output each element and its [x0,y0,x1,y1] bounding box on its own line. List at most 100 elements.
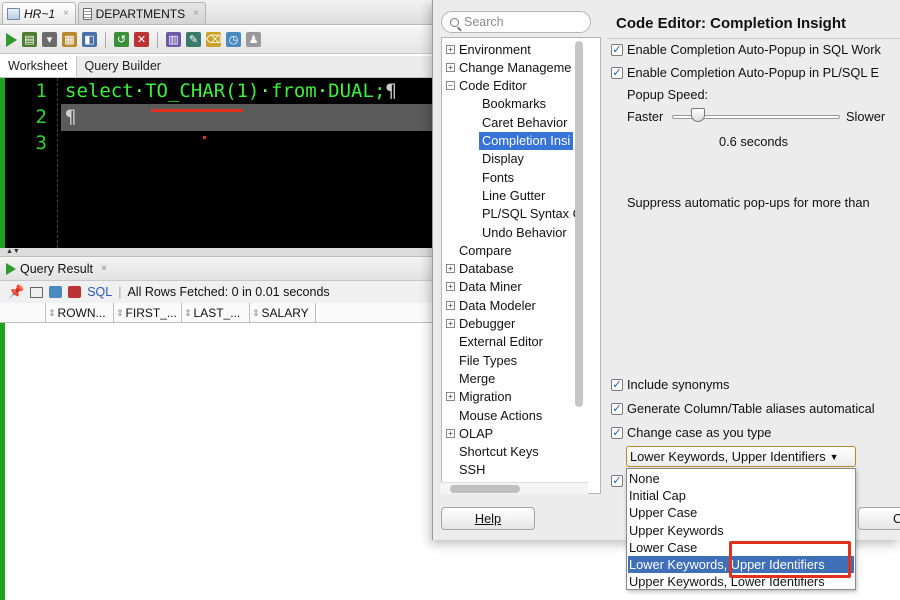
checkbox-checked[interactable]: ✓ [611,402,623,415]
generate-aliases-option[interactable]: ✓ Generate Column/Table aliases automati… [611,401,875,416]
checkbox-checked[interactable]: ✓ [611,426,623,439]
run-statement-icon[interactable] [6,32,17,47]
dropdown-option[interactable]: Upper Case [628,504,854,521]
tab-hr-worksheet[interactable]: HR~1 × [2,2,76,24]
expand-icon[interactable]: + [446,62,455,72]
tree-item-label: Mouse Actions [459,407,543,423]
print-icon[interactable] [30,286,44,298]
tab-label: HR~1 [24,6,56,21]
checkbox-checked[interactable]: ✓ [611,378,623,391]
search-input[interactable]: Search [441,11,591,33]
column-header-last-name[interactable]: ⇕ LAST_... [182,303,250,323]
sort-icon: ⇕ [252,307,260,318]
gutter-divider [57,78,58,248]
tree-item[interactable]: Mouse Actions [446,406,542,424]
ok-button[interactable]: C [858,507,900,530]
sql-export-icon[interactable] [68,286,82,298]
checkbox-checked[interactable]: ✓ [611,43,623,56]
explain-icon[interactable]: ▾ [42,32,57,47]
line-gutter: 1 2 3 [5,78,53,248]
tree-item[interactable]: Completion Insi [479,131,574,150]
close-icon[interactable]: × [63,8,69,19]
tab-departments[interactable]: DEPARTMENTS × [78,2,206,24]
enable-plsql-popup-option[interactable]: ✓ Enable Completion Auto-Popup in PL/SQL… [611,65,879,80]
help-button[interactable]: Help [441,507,535,530]
tab-worksheet[interactable]: Worksheet [0,56,77,77]
scrollbar-thumb[interactable] [450,485,520,493]
sql-tuning-icon[interactable]: ▥ [166,32,181,47]
tree-item[interactable]: + Migration [446,388,512,406]
collapse-icon[interactable]: − [446,81,455,91]
tree-item[interactable]: + Environment [446,40,531,58]
tree-item[interactable]: Merge [446,369,495,387]
dropdown-option[interactable]: Initial Cap [628,487,854,504]
tree-item[interactable]: Undo Behavior [482,223,567,241]
slider-thumb[interactable] [691,108,705,122]
column-header-salary[interactable]: ⇕ SALARY [250,303,316,323]
tree-item[interactable]: + Data Modeler [446,296,536,314]
ide-window: HR~1 × DEPARTMENTS × ▤ ▾ ▦ ◧ ↺ ✕ ▥ ✎ ⌫ ◷… [0,0,440,600]
expand-icon[interactable]: + [446,319,455,328]
format-icon[interactable]: ✎ [186,32,201,47]
tree-item[interactable]: PL/SQL Syntax C [482,205,582,223]
column-header-rownum[interactable]: ⇕ ROWN... [46,303,114,323]
change-case-option[interactable]: ✓ Change case as you type [611,425,771,440]
expand-icon[interactable]: + [446,392,455,402]
tree-item[interactable]: + OLAP [446,424,493,442]
column-header-first-name[interactable]: ⇕ FIRST_... [114,303,182,323]
expand-icon[interactable]: + [446,428,455,438]
autotrace-icon[interactable]: ▦ [62,32,77,47]
tree-item[interactable]: Caret Behavior [482,113,567,131]
commit-icon[interactable]: ◧ [82,32,97,47]
checkbox-checked[interactable]: ✓ [611,66,623,79]
expand-icon[interactable]: + [446,300,455,310]
sql-editor[interactable]: 1 2 3 select·TO_CHAR(1)·from·DUAL;¶ ¶ [0,78,437,248]
tree-item[interactable]: SSH [446,461,485,479]
expand-icon[interactable]: + [446,264,455,274]
expand-icon[interactable]: + [446,282,455,292]
tree-item-label: PL/SQL Syntax C [482,206,582,222]
sql-link[interactable]: SQL [87,285,112,299]
tree-item[interactable]: Display [482,150,524,168]
tree-vertical-scrollbar[interactable] [572,37,586,494]
space-marker: · [259,80,271,102]
tree-item[interactable]: File Types [446,351,517,369]
run-script-icon[interactable]: ▤ [22,32,37,47]
pin-icon[interactable]: 📌 [8,284,24,300]
cancel-icon[interactable]: ✕ [134,32,149,47]
tree-item[interactable]: + Change Manageme [446,58,571,76]
checkbox-checked[interactable]: ✓ [611,475,623,487]
tree-item[interactable]: External Editor [446,333,543,351]
rollback-icon[interactable]: ↺ [114,32,129,47]
dropdown-option[interactable]: None [628,470,854,487]
tree-item[interactable]: Bookmarks [482,95,546,113]
tab-query-builder[interactable]: Query Builder [77,56,169,77]
history-icon[interactable]: ◷ [226,32,241,47]
tree-item[interactable]: Compare [446,241,512,259]
expand-icon[interactable]: + [446,44,455,54]
unshared-worksheet-icon[interactable]: ♟ [246,32,261,47]
refresh-icon[interactable] [49,286,63,298]
dropdown-option[interactable]: Upper Keywords [628,522,854,539]
tree-item-label: File Types [459,352,518,368]
sort-icon: ⇕ [48,307,56,318]
tab-query-result[interactable]: Query Result [20,262,93,276]
enable-sql-popup-option[interactable]: ✓ Enable Completion Auto-Popup in SQL Wo… [611,42,881,57]
tree-item[interactable]: Fonts [482,168,514,186]
case-mode-select[interactable]: Lower Keywords, Upper Identifiers ▼ [626,446,856,467]
tree-item[interactable]: Line Gutter [482,186,545,204]
close-icon[interactable]: × [193,8,199,19]
tree-item[interactable]: + Debugger [446,315,515,333]
tree-item[interactable]: Shortcut Keys [446,443,539,461]
scrollbar-thumb[interactable] [575,41,583,407]
close-icon[interactable]: × [101,263,107,274]
tree-horizontal-scrollbar[interactable] [440,482,588,494]
tree-item[interactable]: + Data Miner [446,278,522,296]
include-synonyms-option[interactable]: ✓ Include synonyms [611,377,729,392]
separator: | [118,285,122,299]
eraser-icon[interactable]: ⌫ [206,32,221,47]
tree-item[interactable]: + Database [446,260,514,278]
tree-item[interactable]: − Code Editor [446,77,527,95]
pane-splitter[interactable]: ▲▼ [0,248,440,257]
faster-label: Faster [627,109,664,124]
